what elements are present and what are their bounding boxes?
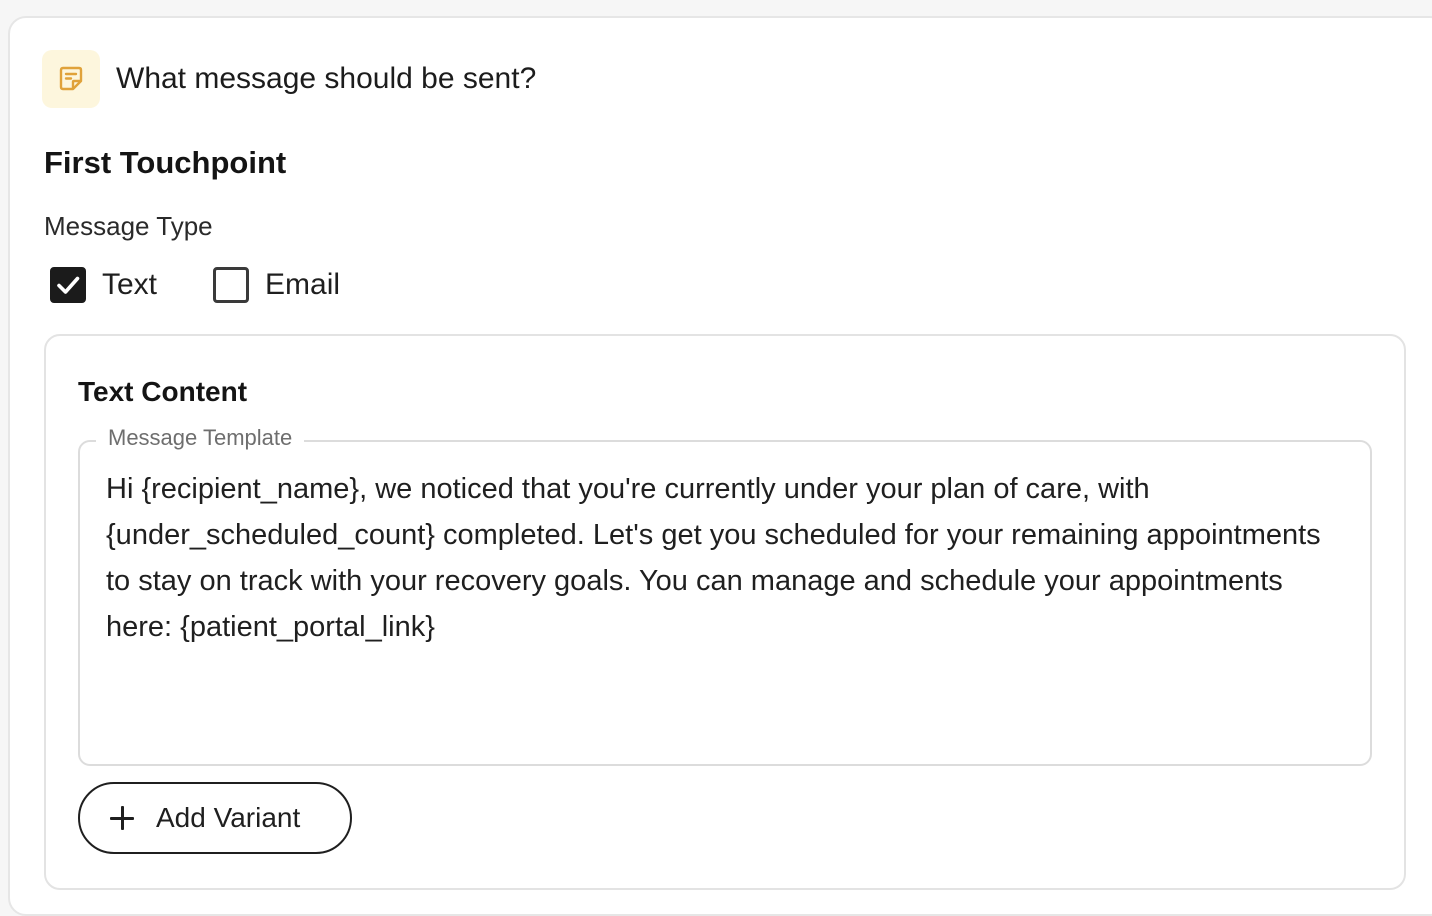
message-card: What message should be sent? First Touch… bbox=[8, 16, 1432, 916]
add-variant-button[interactable]: Add Variant bbox=[78, 782, 352, 854]
checkmark-icon bbox=[57, 276, 80, 294]
text-option-label: Text bbox=[102, 268, 158, 301]
email-option-label: Email bbox=[265, 268, 341, 301]
text-content-title: Text Content bbox=[78, 376, 248, 407]
email-option[interactable]: Email bbox=[213, 267, 340, 303]
note-icon bbox=[42, 50, 100, 108]
message-type-label: Message Type bbox=[44, 211, 213, 241]
plus-icon bbox=[110, 806, 134, 830]
add-variant-label: Add Variant bbox=[156, 802, 301, 833]
text-content-panel: Text Content Message Template Hi {recipi… bbox=[44, 334, 1406, 890]
message-type-options: Text Email bbox=[50, 265, 396, 305]
text-checkbox[interactable] bbox=[50, 267, 86, 303]
message-template-field[interactable]: Message Template Hi {recipient_name}, we… bbox=[78, 425, 1372, 766]
message-template-input[interactable]: Hi {recipient_name}, we noticed that you… bbox=[106, 466, 1336, 650]
section-title: First Touchpoint bbox=[44, 145, 287, 180]
card-header: What message should be sent? bbox=[42, 50, 536, 108]
email-checkbox[interactable] bbox=[213, 267, 250, 303]
message-template-label: Message Template bbox=[96, 425, 305, 451]
text-option[interactable]: Text bbox=[50, 267, 157, 303]
card-title: What message should be sent? bbox=[116, 62, 537, 95]
